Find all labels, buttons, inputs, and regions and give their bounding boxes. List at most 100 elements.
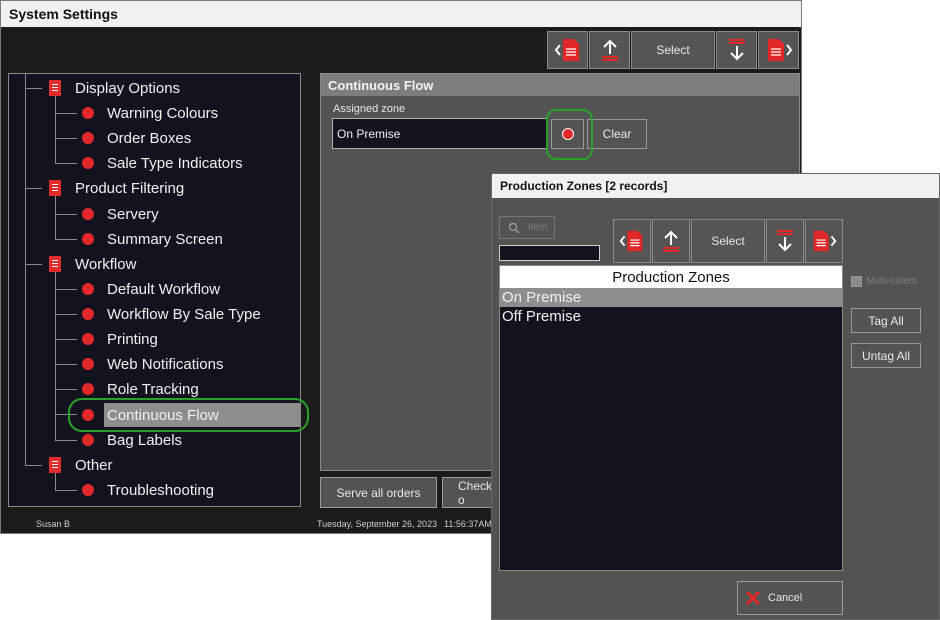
search-item-label: Item [528,222,548,233]
tree-item-label: Workflow By Sale Type [107,305,261,323]
tree-connector [55,96,56,164]
dot-icon [82,333,94,345]
select-button-label: Select [656,43,690,57]
production-zones-list: Production Zones On Premise Off Premise [499,265,843,571]
dialog-first-button[interactable] [613,219,651,263]
settings-tree: Display Options Warning Colours Order Bo… [8,73,301,507]
untag-all-button[interactable]: Untag All [851,343,921,368]
tree-connector [55,364,77,365]
panel-title: Continuous Flow [321,74,799,96]
tree-connector [55,289,77,290]
dot-icon [82,308,94,320]
tree-item-label: Summary Screen [107,230,223,248]
tree-item-workflow-by-sale-type[interactable]: Workflow By Sale Type [82,303,261,325]
tag-all-button[interactable]: Tag All [851,308,921,333]
list-item-off-premise[interactable]: Off Premise [500,307,842,326]
tree-connector [55,163,77,164]
tree-item-web-notifications[interactable]: Web Notifications [82,353,223,375]
tree-connector [25,74,26,465]
tree-item-printing[interactable]: Printing [82,328,158,350]
dialog-select-label: Select [711,234,745,248]
status-date: Tuesday, September 26, 2023 [317,519,438,529]
tree-connector [55,239,77,240]
tree-item-product-filtering[interactable]: Product Filtering [49,177,184,199]
dot-icon [82,208,94,220]
arrow-up-icon [663,230,679,252]
last-record-button[interactable] [758,31,799,69]
tree-item-troubleshooting[interactable]: Troubleshooting [82,479,214,501]
tree-item-label: Default Workflow [107,280,221,298]
document-icon [49,457,61,473]
status-time: 11:56:37AM [444,519,492,529]
status-user: Susan B [36,519,71,529]
window-titlebar: System Settings [1,1,801,27]
tree-item-label: Servery [107,205,159,223]
tree-item-order-boxes[interactable]: Order Boxes [82,127,191,149]
tree-item-warning-colours[interactable]: Warning Colours [82,102,218,124]
search-input[interactable] [499,245,600,261]
tree-item-role-tracking[interactable]: Role Tracking [82,378,199,400]
assigned-zone-field[interactable]: On Premise [332,118,548,149]
window-title: System Settings [9,6,118,22]
first-record-icon [619,230,643,252]
check-orders-button[interactable]: Check o [442,477,498,508]
tree-item-label: Troubleshooting [107,481,215,499]
tree-connector [55,314,77,315]
serve-all-orders-button[interactable]: Serve all orders [320,477,437,508]
dialog-next-button[interactable] [766,219,804,263]
search-item-button[interactable]: Item [499,216,555,239]
dot-icon [82,283,94,295]
document-icon [49,180,61,196]
arrow-down-icon [777,230,793,252]
clear-button-label: Clear [602,127,632,141]
dialog-last-button[interactable] [805,219,843,263]
tree-item-servery[interactable]: Servery [82,203,159,225]
dot-icon [82,157,94,169]
search-icon [508,222,520,233]
tree-item-bag-labels[interactable]: Bag Labels [82,429,182,451]
first-record-button[interactable] [547,31,588,69]
tree-item-label: Product Filtering [75,179,185,197]
multi-select-checkbox[interactable]: Multi-select [851,276,917,287]
last-record-icon [813,230,837,252]
arrow-down-icon [728,39,745,61]
dialog-select-button[interactable]: Select [691,219,765,263]
tree-item-label: Bag Labels [107,431,183,449]
tree-connector [25,465,42,466]
close-icon [745,590,761,606]
select-button[interactable]: Select [631,31,715,69]
tree-item-label: Sale Type Indicators [107,154,243,172]
tree-connector [55,440,77,441]
tree-connector [55,113,77,114]
dot-icon [82,383,94,395]
dot-icon [82,233,94,245]
production-zones-dialog: Production Zones [2 records] Item Select… [491,173,940,620]
tree-connector [25,188,42,189]
tree-item-label: Other [75,456,113,474]
dialog-previous-button[interactable] [652,219,690,263]
tree-connector [55,389,77,390]
cancel-button[interactable]: Cancel [737,581,843,615]
tree-item-display-options[interactable]: Display Options [49,77,180,99]
dot-icon [82,484,94,496]
highlight-lookup-button [546,109,593,160]
tree-item-label: Role Tracking [107,380,199,398]
tree-item-other[interactable]: Other [49,454,113,476]
tree-item-workflow[interactable]: Workflow [49,253,136,275]
tree-item-sale-type-indicators[interactable]: Sale Type Indicators [82,152,243,174]
tree-item-summary-screen[interactable]: Summary Screen [82,228,223,250]
tree-connector [55,490,77,491]
clear-button[interactable]: Clear [587,119,647,149]
dot-icon [82,434,94,446]
tree-item-label: Workflow [75,255,137,273]
tree-item-default-workflow[interactable]: Default Workflow [82,278,220,300]
tree-connector [55,138,77,139]
next-record-button[interactable] [716,31,757,69]
tree-connector [55,214,77,215]
list-item-on-premise[interactable]: On Premise [500,288,842,307]
last-record-icon [767,39,792,61]
previous-record-button[interactable] [589,31,630,69]
dot-icon [82,358,94,370]
tree-item-label: Printing [107,330,158,348]
list-header: Production Zones [500,266,842,288]
